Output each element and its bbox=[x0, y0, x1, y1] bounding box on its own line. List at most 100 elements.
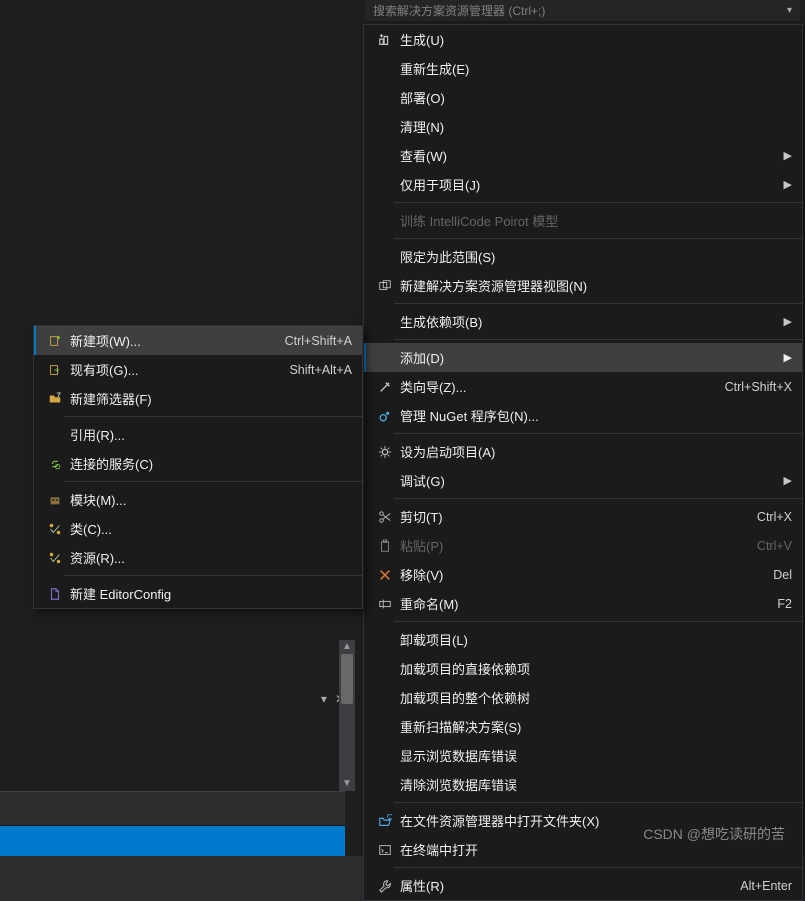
gear-icon bbox=[374, 445, 396, 459]
menu-item-shortcut: Alt+Enter bbox=[720, 879, 792, 893]
menu-item-resource[interactable]: 资源(R)... bbox=[34, 543, 362, 572]
menu-item-label: 重新生成(E) bbox=[396, 59, 792, 78]
menu-item-label: 移除(V) bbox=[396, 565, 753, 584]
status-bar bbox=[0, 826, 345, 856]
menu-item-rebuild[interactable]: 重新生成(E) bbox=[364, 54, 802, 83]
search-dropdown-arrow[interactable]: ▾ bbox=[787, 5, 792, 16]
menu-item-intellicode: 训练 IntelliCode Poirot 模型 bbox=[364, 206, 802, 235]
menu-item-label: 粘贴(P) bbox=[396, 536, 737, 555]
menu-item-label: 限定为此范围(S) bbox=[396, 247, 792, 266]
menu-separator bbox=[394, 802, 802, 803]
menu-item-add[interactable]: 添加(D) ▶ bbox=[364, 343, 802, 372]
linked-icon bbox=[44, 457, 66, 471]
submenu-arrow-icon: ▶ bbox=[784, 351, 792, 364]
rename-icon bbox=[374, 597, 396, 611]
menu-item-shortcut: Ctrl+Shift+A bbox=[265, 334, 352, 348]
menu-item-remove[interactable]: 移除(V)Del bbox=[364, 560, 802, 589]
terminal-icon bbox=[374, 843, 396, 857]
menu-item-class[interactable]: 类(C)... bbox=[34, 514, 362, 543]
nuget-icon bbox=[374, 409, 396, 423]
menu-item-deploy[interactable]: 部署(O) bbox=[364, 83, 802, 112]
menu-item-label: 调试(G) bbox=[396, 471, 776, 490]
menu-separator bbox=[394, 303, 802, 304]
menu-item-module[interactable]: 模块(M)... bbox=[34, 485, 362, 514]
menu-item-startup[interactable]: 设为启动项目(A) bbox=[364, 437, 802, 466]
menu-item-existing-item[interactable]: 现有项(G)...Shift+Alt+A bbox=[34, 355, 362, 384]
submenu-arrow-icon: ▶ bbox=[784, 474, 792, 487]
scrollbar[interactable]: ▲ ▼ bbox=[339, 640, 355, 791]
menu-item-editorconfig[interactable]: 新建 EditorConfig bbox=[34, 579, 362, 608]
remove-x-icon bbox=[374, 568, 396, 582]
menu-item-connected-service[interactable]: 连接的服务(C) bbox=[34, 449, 362, 478]
existing-item-icon bbox=[44, 363, 66, 377]
menu-item-label: 清除浏览数据库错误 bbox=[396, 775, 792, 794]
menu-item-open-folder[interactable]: 在文件资源管理器中打开文件夹(X) bbox=[364, 806, 802, 835]
menu-item-rescan[interactable]: 重新扫描解决方案(S) bbox=[364, 712, 802, 741]
scissors-icon bbox=[374, 510, 396, 524]
menu-item-nuget[interactable]: 管理 NuGet 程序包(N)... bbox=[364, 401, 802, 430]
menu-item-label: 生成依赖项(B) bbox=[396, 312, 776, 331]
menu-separator bbox=[394, 339, 802, 340]
menu-item-label: 部署(O) bbox=[396, 88, 792, 107]
menu-item-load-direct[interactable]: 加载项目的直接依赖项 bbox=[364, 654, 802, 683]
menu-item-show-browse-db-err[interactable]: 显示浏览数据库错误 bbox=[364, 741, 802, 770]
menu-item-label: 模块(M)... bbox=[66, 490, 352, 509]
scrollbar-thumb[interactable] bbox=[341, 654, 353, 704]
menu-item-label: 现有项(G)... bbox=[66, 360, 269, 379]
menu-item-load-tree[interactable]: 加载项目的整个依赖树 bbox=[364, 683, 802, 712]
menu-item-shortcut: Del bbox=[753, 568, 792, 582]
submenu-arrow-icon: ▶ bbox=[784, 315, 792, 328]
menu-item-properties[interactable]: 属性(R)Alt+Enter bbox=[364, 871, 802, 900]
solution-explorer-search[interactable]: 搜索解决方案资源管理器 (Ctrl+;) ▾ bbox=[365, 0, 800, 22]
menu-item-open-terminal[interactable]: 在终端中打开 bbox=[364, 835, 802, 864]
scroll-down-arrow[interactable]: ▼ bbox=[339, 777, 355, 791]
menu-item-label: 资源(R)... bbox=[66, 548, 352, 567]
menu-separator bbox=[394, 621, 802, 622]
multi-window-icon bbox=[374, 279, 396, 293]
menu-item-build-deps[interactable]: 生成依赖项(B) ▶ bbox=[364, 307, 802, 336]
menu-item-label: 显示浏览数据库错误 bbox=[396, 746, 792, 765]
menu-item-rename[interactable]: 重命名(M)F2 bbox=[364, 589, 802, 618]
menu-item-reference[interactable]: 引用(R)... bbox=[34, 420, 362, 449]
menu-item-view[interactable]: 查看(W)▶ bbox=[364, 141, 802, 170]
class-icon bbox=[44, 551, 66, 565]
menu-item-shortcut: Ctrl+Shift+X bbox=[705, 380, 792, 394]
menu-item-new-solution-explorer[interactable]: 新建解决方案资源管理器视图(N) bbox=[364, 271, 802, 300]
menu-item-unload[interactable]: 卸载项目(L) bbox=[364, 625, 802, 654]
file-icon bbox=[44, 587, 66, 601]
menu-separator bbox=[394, 238, 802, 239]
class-icon bbox=[44, 522, 66, 536]
menu-item-label: 新建 EditorConfig bbox=[66, 584, 352, 603]
menu-item-class-wizard[interactable]: 类向导(Z)...Ctrl+Shift+X bbox=[364, 372, 802, 401]
module-icon bbox=[44, 493, 66, 507]
menu-item-label: 训练 IntelliCode Poirot 模型 bbox=[396, 211, 792, 230]
pin-icon[interactable]: ▾ bbox=[321, 692, 327, 706]
menu-item-build[interactable]: 生成(U) bbox=[364, 25, 802, 54]
menu-item-label: 生成(U) bbox=[396, 30, 792, 49]
menu-item-new-filter[interactable]: 新建筛选器(F) bbox=[34, 384, 362, 413]
menu-item-label: 剪切(T) bbox=[396, 507, 737, 526]
menu-item-label: 连接的服务(C) bbox=[66, 454, 352, 473]
folder-funnel-icon bbox=[44, 392, 66, 406]
menu-item-shortcut: Shift+Alt+A bbox=[269, 363, 352, 377]
menu-item-shortcut: F2 bbox=[757, 597, 792, 611]
build-icon bbox=[374, 33, 396, 47]
context-menu-add: 新建项(W)...Ctrl+Shift+A现有项(G)...Shift+Alt+… bbox=[33, 325, 363, 609]
submenu-arrow-icon: ▶ bbox=[784, 178, 792, 191]
menu-item-label: 添加(D) bbox=[396, 348, 776, 367]
new-item-icon bbox=[44, 334, 66, 348]
menu-separator bbox=[64, 575, 362, 576]
menu-item-clean[interactable]: 清理(N) bbox=[364, 112, 802, 141]
menu-item-clear-browse-db-err[interactable]: 清除浏览数据库错误 bbox=[364, 770, 802, 799]
wrench-icon bbox=[374, 879, 396, 893]
context-menu-main: 生成(U) 重新生成(E) 部署(O) 清理(N)查看(W)▶仅用于项目(J)▶ 训练 … bbox=[363, 24, 803, 901]
menu-item-new-item[interactable]: 新建项(W)...Ctrl+Shift+A bbox=[34, 326, 362, 355]
menu-item-cut[interactable]: 剪切(T)Ctrl+X bbox=[364, 502, 802, 531]
menu-item-project-only[interactable]: 仅用于项目(J)▶ bbox=[364, 170, 802, 199]
menu-item-label: 在终端中打开 bbox=[396, 840, 792, 859]
menu-item-debug[interactable]: 调试(G) ▶ bbox=[364, 466, 802, 495]
scroll-up-arrow[interactable]: ▲ bbox=[339, 640, 355, 654]
menu-item-label: 引用(R)... bbox=[66, 425, 352, 444]
menu-item-label: 新建解决方案资源管理器视图(N) bbox=[396, 276, 792, 295]
menu-item-scope-to[interactable]: 限定为此范围(S) bbox=[364, 242, 802, 271]
